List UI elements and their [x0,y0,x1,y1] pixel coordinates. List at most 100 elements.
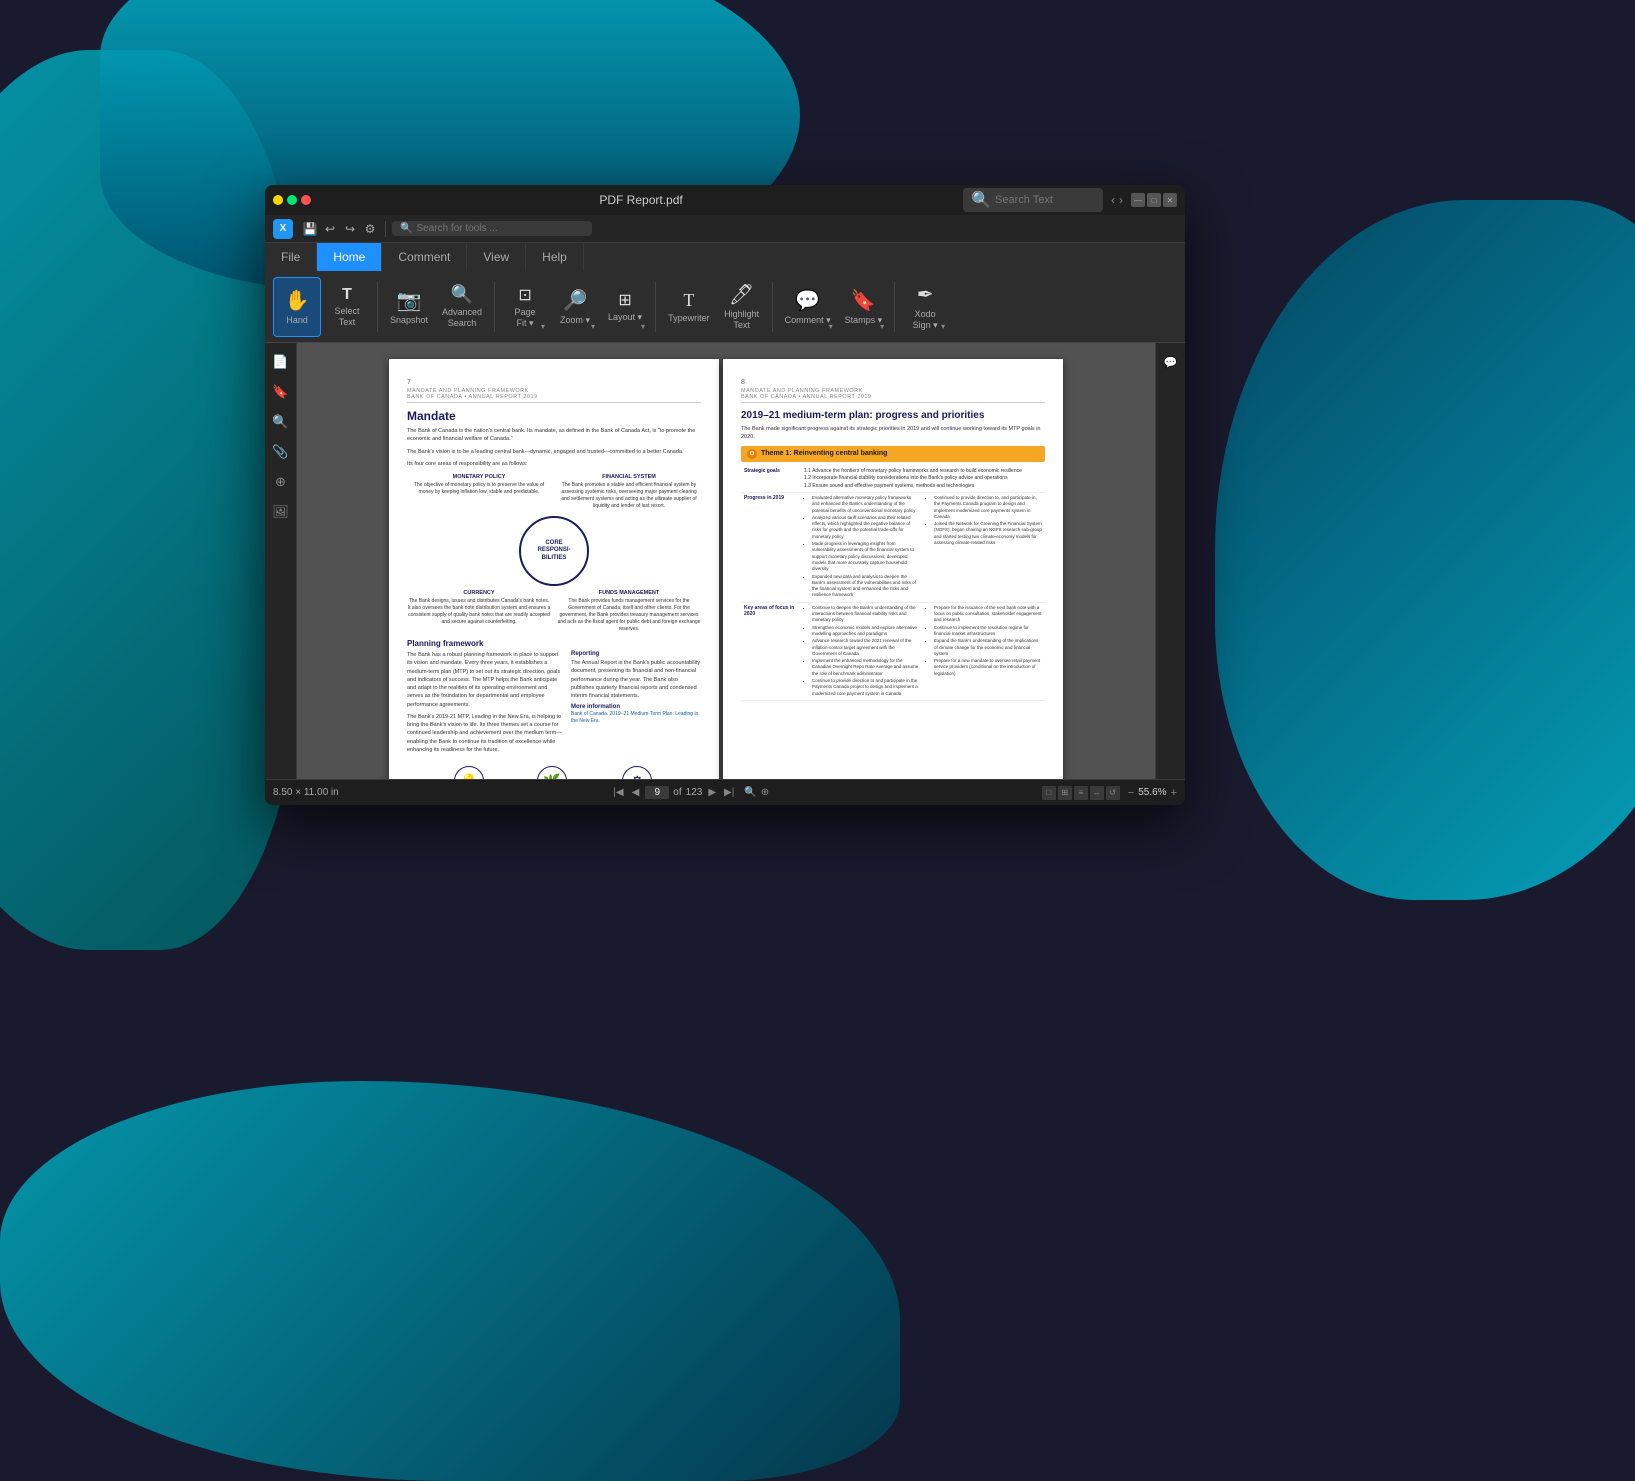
typewriter-icon: T [683,290,694,311]
window-controls [273,195,311,205]
redo-icon[interactable]: ↪ [341,220,359,238]
minimize-button[interactable] [273,195,283,205]
hand-tool-button[interactable]: ✋ Hand [273,277,321,337]
theme-banner: ⊙ Theme 1: Reinventing central banking [741,446,1045,462]
xodo-sign-icon: ✒ [917,282,934,307]
more-info-title: More information [571,704,701,710]
more-info-link[interactable]: Bank of Canada. 2019–21 Medium-Term Plan… [571,711,701,725]
page-separator: of [673,787,681,798]
zoom-button[interactable]: 🔎 Zoom ▾ [551,277,599,337]
page-header-right: MANDATE AND PLANNING FRAMEWORK BANK OF C… [741,388,1045,403]
key-areas-content: Continue to deepen the Bank's understand… [801,602,1045,700]
tab-comment[interactable]: Comment [382,243,467,271]
next-page-button[interactable]: ▶ [706,787,718,798]
search-tools-icon: 🔍 [400,223,412,234]
tools-search-box[interactable]: 🔍 [392,221,592,236]
progress-content: Evaluated alternative monetary policy fr… [801,493,1045,603]
zoom-icon: 🔎 [563,288,588,313]
page-number-input[interactable] [645,786,669,799]
layout-button[interactable]: ⊞ Layout ▾ [601,277,649,337]
toolbar-separator-3 [655,282,656,332]
search-tools-input[interactable] [416,223,584,234]
stamps-button[interactable]: 🔖 Stamps ▾ [839,277,889,337]
close-button[interactable] [301,195,311,205]
zoom-in-button[interactable]: + [1171,787,1177,799]
stamps-icon: 🔖 [851,288,876,313]
sidebar-page-icon[interactable]: 📄 [270,351,292,373]
comment-button[interactable]: 💬 Comment ▾ [779,277,837,337]
progress-list-2: Continued to provide direction to, and p… [926,495,1042,546]
renew-icon-item: 🌿 RENEW [537,766,567,779]
mandate-text-3: Its four core areas of responsibility ar… [407,460,701,468]
theme-icon: ⊙ [747,449,757,459]
status-bar: 8.50 × 11.00 in |◀ ◀ of 123 ▶ ▶| 🔍 ⊕ □ ⊞… [265,779,1185,805]
right-panel: 💬 [1155,343,1185,779]
quick-access-bar: X 💾 ↩ ↪ ⚙ 🔍 [265,215,1185,243]
two-page-view-btn[interactable]: ⊞ [1058,786,1072,800]
goals-content: 1.1 Advance the frontiers of monetary po… [801,466,1045,493]
toolbar-separator-2 [494,282,495,332]
goals-text: 1.1 Advance the frontiers of monetary po… [804,468,1042,491]
search-icon: 🔍 [971,190,991,210]
title-bar: PDF Report.pdf 🔍 ‹ › — □ ✕ [265,185,1185,215]
last-page-button[interactable]: ▶| [722,787,736,798]
pdf-page-left: 7 MANDATE AND PLANNING FRAMEWORK BANK OF… [389,359,719,779]
page-fit-icon: ⊡ [518,285,531,305]
toolbar-separator-1 [377,282,378,332]
nav-forward-icon[interactable]: › [1119,193,1123,207]
search-nav: 🔍 ⊕ [744,787,769,798]
page-header-left: MANDATE AND PLANNING FRAMEWORK BANK OF C… [407,388,701,403]
typewriter-button[interactable]: T Typewriter [662,277,716,337]
reinvent-icon-item: 💡 REINVENT [454,766,484,779]
search-next-icon[interactable]: ⊕ [761,787,769,798]
page-number-left: 7 [407,379,701,386]
settings-icon[interactable]: ⚙ [361,220,379,238]
window-close-btn[interactable]: ✕ [1163,193,1177,207]
toolbar-separator-5 [894,282,895,332]
window-minimize-btn[interactable]: — [1131,193,1145,207]
sidebar-attachment-icon[interactable]: 📎 [270,441,292,463]
pdf-viewer[interactable]: 7 MANDATE AND PLANNING FRAMEWORK BANK OF… [297,343,1155,779]
single-page-view-btn[interactable]: □ [1042,786,1056,800]
first-page-button[interactable]: |◀ [611,787,625,798]
snapshot-button[interactable]: 📷 Snapshot [384,277,434,337]
search-box[interactable]: 🔍 [963,188,1103,212]
search-prev-icon[interactable]: 🔍 [744,787,756,798]
xodo-sign-button[interactable]: ✒ XodoSign ▾ [901,277,949,337]
undo-icon[interactable]: ↩ [321,220,339,238]
tab-help[interactable]: Help [526,243,584,271]
rotate-btn[interactable]: ↺ [1106,786,1120,800]
tab-bar: File Home Comment View Help [265,243,1185,271]
tab-file[interactable]: File [265,243,317,271]
fit-width-btn[interactable]: ↔ [1090,786,1104,800]
maximize-button[interactable] [287,195,297,205]
search-input[interactable] [995,194,1095,206]
pdf-page-right: 8 MANDATE AND PLANNING FRAMEWORK BANK OF… [723,359,1063,779]
save-icon[interactable]: 💾 [301,220,319,238]
page-fit-button[interactable]: ⊡ PageFit ▾ [501,277,549,337]
highlight-text-button[interactable]: 🖊 HighlightText [718,277,766,337]
zoom-control: − 55.6% + [1128,787,1177,799]
advanced-search-button[interactable]: 🔍 AdvancedSearch [436,277,488,337]
comment-icon: 💬 [795,288,820,313]
prev-page-button[interactable]: ◀ [630,787,642,798]
sidebar-search-icon[interactable]: 🔍 [270,411,292,433]
sidebar-image-icon[interactable]: 🖼 [270,501,292,523]
chat-icon[interactable]: 💬 [1160,351,1182,373]
bottom-icons: 💡 REINVENT 🌿 RENEW ⚙ REINFORCE [407,766,701,779]
zoom-value: 55.6% [1138,787,1166,798]
sidebar-bookmark-icon[interactable]: 🔖 [270,381,292,403]
financial-system-text: The Bank promotes a stable and efficient… [557,482,701,510]
key-areas-list-2: Prepare for the issuance of the next ban… [926,605,1042,677]
content-area: 📄 🔖 🔍 📎 ⊕ 🖼 7 MANDATE AND PLANNING FRAME… [265,343,1185,779]
tab-view[interactable]: View [467,243,526,271]
main-window: PDF Report.pdf 🔍 ‹ › — □ ✕ X 💾 ↩ ↪ ⚙ 🔍 F… [265,185,1185,805]
scroll-view-btn[interactable]: ≡ [1074,786,1088,800]
nav-back-icon[interactable]: ‹ [1111,193,1115,207]
zoom-out-button[interactable]: − [1128,787,1134,799]
planning-text-1: The Bank has a robust planning framework… [407,651,563,709]
tab-home[interactable]: Home [317,243,382,271]
select-text-button[interactable]: T SelectText [323,277,371,337]
window-restore-btn[interactable]: □ [1147,193,1161,207]
sidebar-layers-icon[interactable]: ⊕ [270,471,292,493]
